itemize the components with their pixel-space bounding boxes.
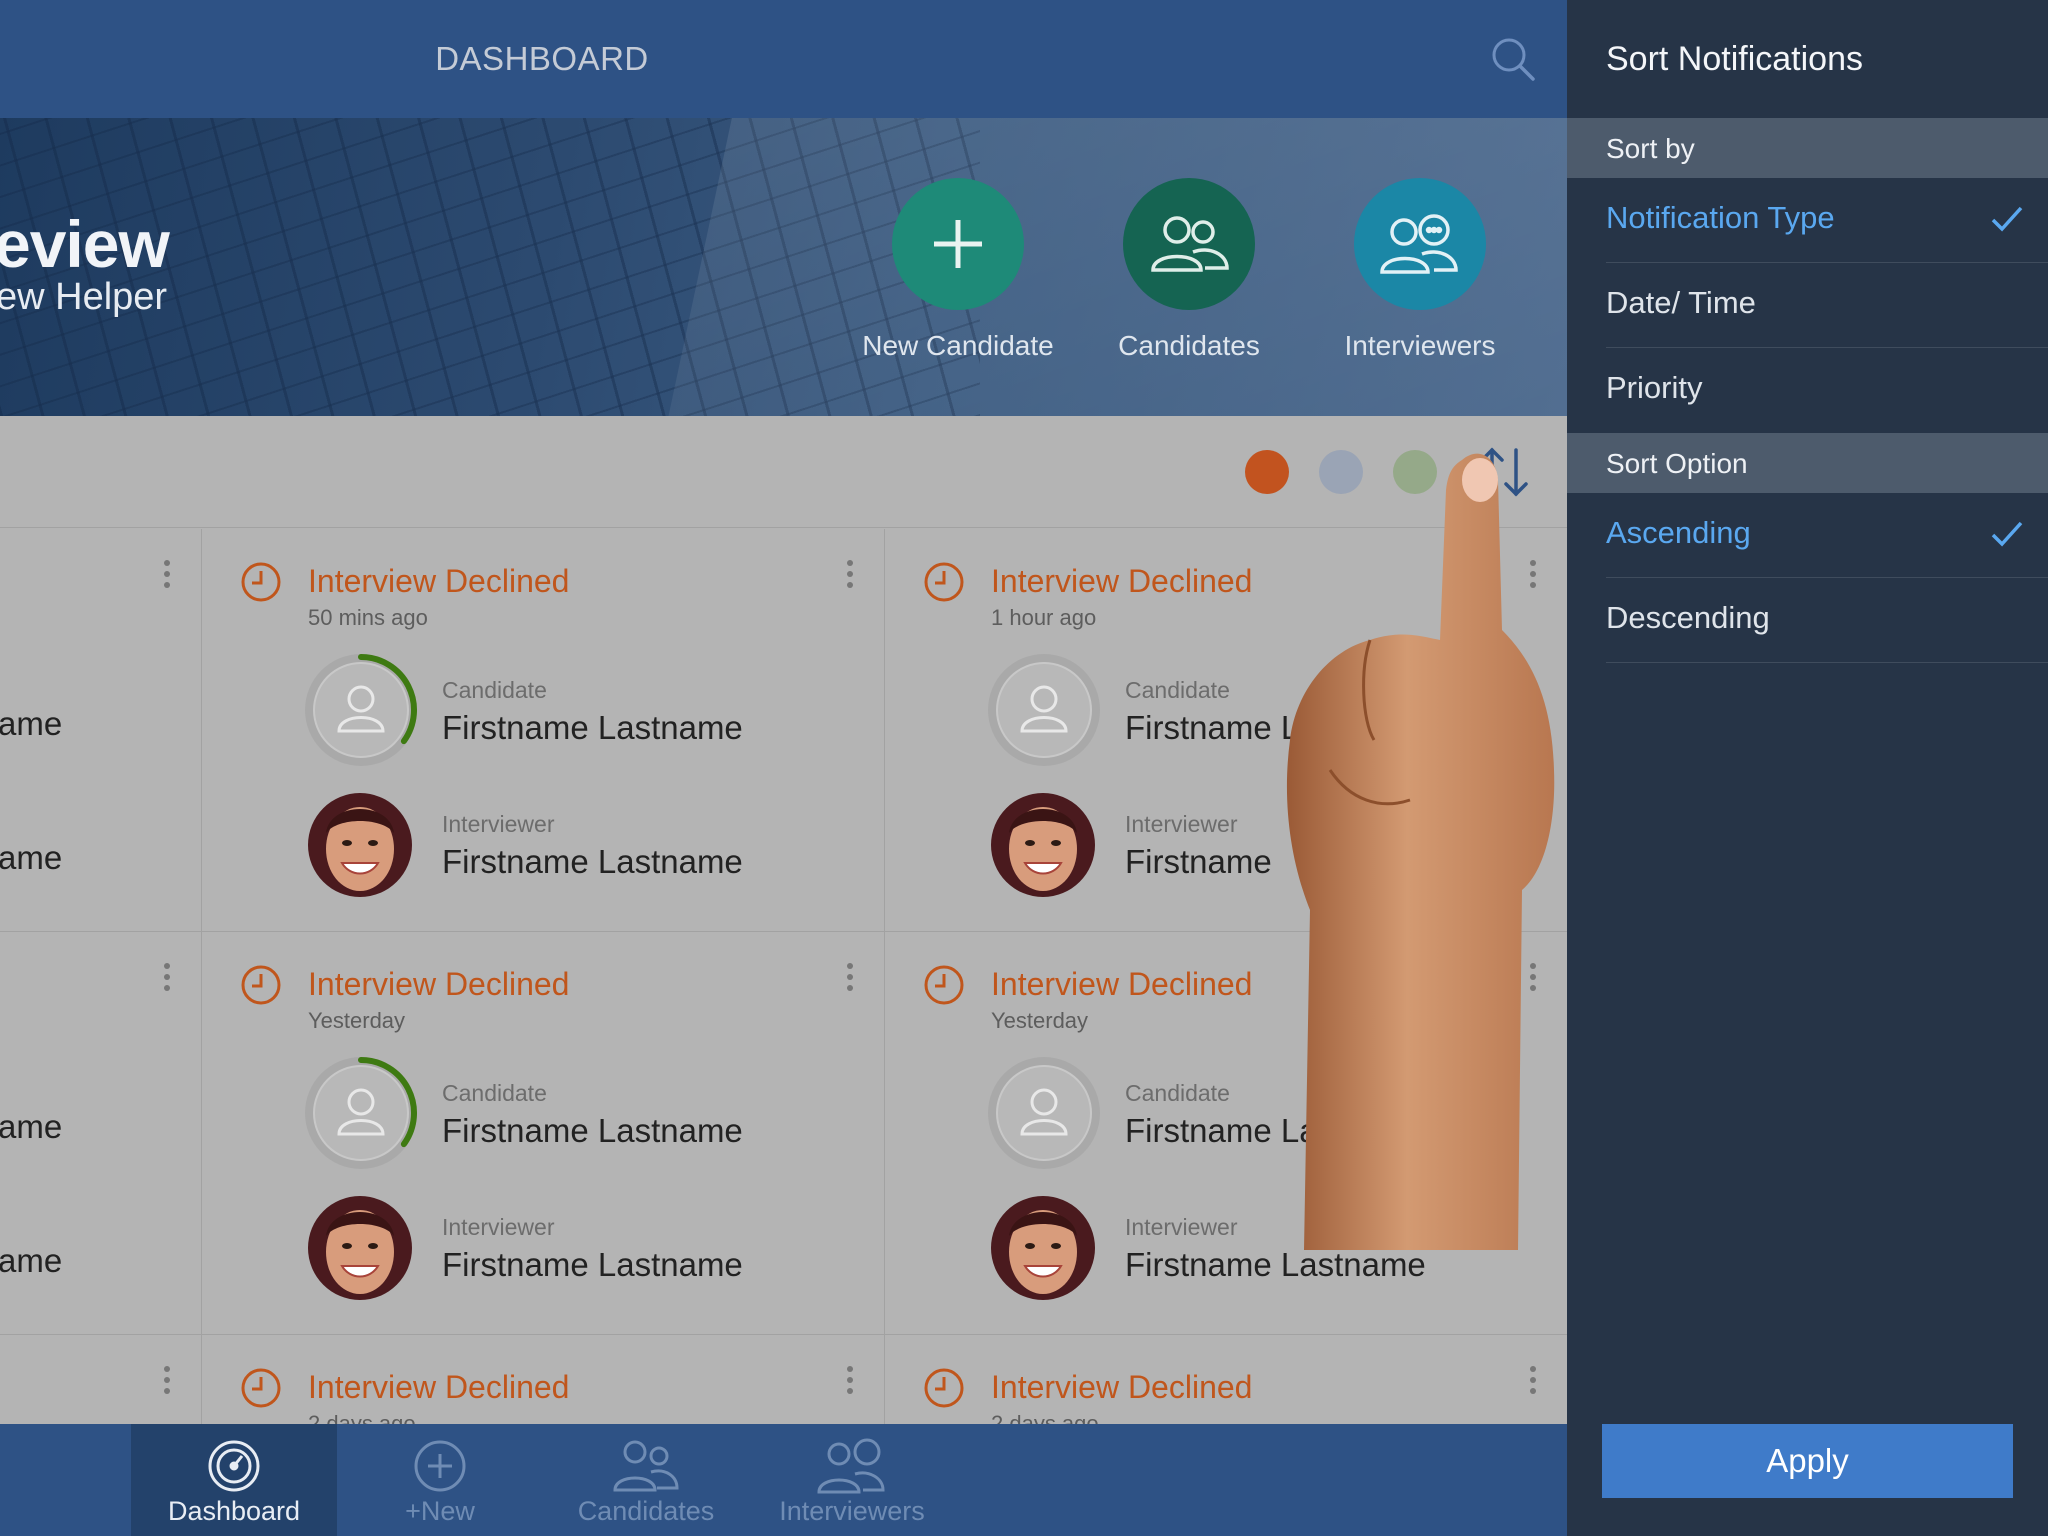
tab-candidates[interactable]: Candidates [543, 1424, 749, 1536]
notification-card-clipped[interactable]: ame ame [0, 932, 202, 1335]
interviewer-name: ame [0, 1242, 63, 1279]
pointing-hand-image [1286, 453, 1555, 1250]
new-candidate-label: New Candidate [862, 330, 1054, 361]
interviewer-name: ame [0, 839, 63, 876]
dashboard-app: DASHBOARD eview ew Helper New Candidate … [0, 0, 1567, 1536]
candidate-avatar [988, 654, 1100, 766]
plus-icon [892, 178, 1024, 310]
tab-label: +New [405, 1496, 475, 1526]
candidate-role: Candidate [1125, 677, 1230, 703]
bottom-tab-bar: Dashboard +New Candidates Interviewers [0, 1424, 1567, 1536]
tab-interviewers[interactable]: Interviewers [749, 1424, 955, 1536]
notification-card[interactable]: Interview Declined2 days ago [202, 1335, 885, 1436]
candidate-name: ame [0, 705, 63, 742]
interviewer-avatar [308, 793, 412, 897]
candidates-button[interactable]: Candidates [1079, 178, 1299, 362]
plus-circle-icon [414, 1440, 466, 1492]
clock-icon [241, 562, 281, 602]
notification-title: Interview Declined [991, 966, 1253, 1002]
clock-icon [241, 965, 281, 1005]
more-options-icon[interactable] [846, 1365, 854, 1395]
more-options-icon[interactable] [846, 559, 854, 589]
interviewers-button[interactable]: Interviewers [1310, 178, 1530, 362]
people-chat-icon [1354, 178, 1486, 310]
interviewer-role: Interviewer [442, 1214, 555, 1240]
people-chat-icon [817, 1438, 885, 1494]
hero-banner: eview ew Helper New Candidate Candidates [0, 118, 1567, 416]
panel-title: Sort Notifications [1606, 40, 1863, 78]
gauge-icon [208, 1440, 260, 1492]
candidate-name: Firstname Lastname [442, 1112, 743, 1149]
notification-title: Interview Declined [991, 563, 1253, 599]
sort-order-descending[interactable]: Descending [1606, 578, 2048, 663]
candidate-role: Candidate [1125, 1080, 1230, 1106]
clock-icon [924, 965, 964, 1005]
people-icon [613, 1440, 679, 1492]
interviewer-name: Firstname [1125, 843, 1272, 880]
notification-card[interactable]: Interview Declined 50 mins ago Candidate Fi… [202, 529, 885, 932]
interviewer-name: Firstname Lastname [1125, 1246, 1426, 1283]
sort-by-date-time[interactable]: Date/ Time [1606, 263, 2048, 348]
more-options-icon[interactable] [163, 559, 171, 589]
app-subtitle: ew Helper [0, 276, 168, 318]
interviewer-role: Interviewer [1125, 811, 1238, 837]
candidate-avatar [988, 1057, 1100, 1169]
checkmark-icon [1991, 206, 2023, 232]
candidate-role: Candidate [442, 677, 547, 703]
top-bar: DASHBOARD [0, 0, 1567, 118]
interviewer-role: Interviewer [1125, 1214, 1238, 1240]
apply-button[interactable]: Apply [1602, 1424, 2013, 1498]
tab-new[interactable]: +New [337, 1424, 543, 1536]
notification-card[interactable]: Interview Declined2 days ago [885, 1335, 1567, 1436]
notification-time: 1 hour ago [991, 605, 1097, 630]
people-icon [1123, 178, 1255, 310]
more-options-icon[interactable] [163, 1365, 171, 1395]
notification-card[interactable]: Interview Declined Yesterday Candidate Firs… [202, 932, 885, 1335]
tab-label: Candidates [577, 1496, 715, 1526]
interviewer-avatar [991, 793, 1095, 897]
notification-title: Interview Declined [308, 1369, 570, 1405]
more-options-icon[interactable] [1529, 1365, 1537, 1395]
sort-by-notification-type[interactable]: Notification Type [1606, 178, 2048, 263]
notification-time: Yesterday [308, 1008, 406, 1033]
more-options-icon[interactable] [846, 962, 854, 992]
notification-card-clipped[interactable] [0, 1335, 202, 1435]
notification-title: Interview Declined [308, 563, 570, 599]
new-candidate-button[interactable]: New Candidate [848, 178, 1068, 362]
tab-dashboard[interactable]: Dashboard [131, 1424, 337, 1536]
candidate-avatar [305, 1057, 417, 1169]
candidate-role: Candidate [442, 1080, 547, 1106]
clock-icon [241, 1368, 281, 1408]
sort-notifications-panel: Sort Notifications Sort by Notification … [1567, 0, 2048, 1536]
notification-title: Interview Declined [308, 966, 570, 1002]
tab-label: Dashboard [167, 1496, 301, 1526]
interviewer-name: Firstname Lastname [442, 1246, 743, 1283]
notification-time: 50 mins ago [308, 605, 428, 630]
sort-order-ascending[interactable]: Ascending [1606, 493, 2048, 578]
checkmark-icon [1991, 521, 2023, 547]
interviewer-role: Interviewer [442, 811, 555, 837]
more-options-icon[interactable] [163, 962, 171, 992]
candidate-avatar [305, 654, 417, 766]
candidate-name: ame [0, 1108, 63, 1145]
sort-by-priority[interactable]: Priority [1606, 348, 2048, 433]
sort-by-header: Sort by [1567, 118, 2048, 178]
clock-icon [924, 562, 964, 602]
search-icon[interactable] [1488, 34, 1538, 84]
notification-card-clipped[interactable]: ame ame [0, 529, 202, 932]
candidate-name: Firstname Lastname [442, 709, 743, 746]
interviewer-avatar [991, 1196, 1095, 1300]
notification-time: Yesterday [991, 1008, 1089, 1033]
interviewer-name: Firstname Lastname [442, 843, 743, 880]
interviewer-avatar [308, 1196, 412, 1300]
interviewers-label: Interviewers [1344, 330, 1496, 361]
tab-label: Interviewers [779, 1496, 925, 1526]
sort-option-header: Sort Option [1567, 433, 2048, 493]
page-title: DASHBOARD [435, 40, 649, 77]
app-name: eview [0, 207, 170, 281]
clock-icon [924, 1368, 964, 1408]
candidates-label: Candidates [1118, 330, 1260, 361]
notification-title: Interview Declined [991, 1369, 1253, 1405]
